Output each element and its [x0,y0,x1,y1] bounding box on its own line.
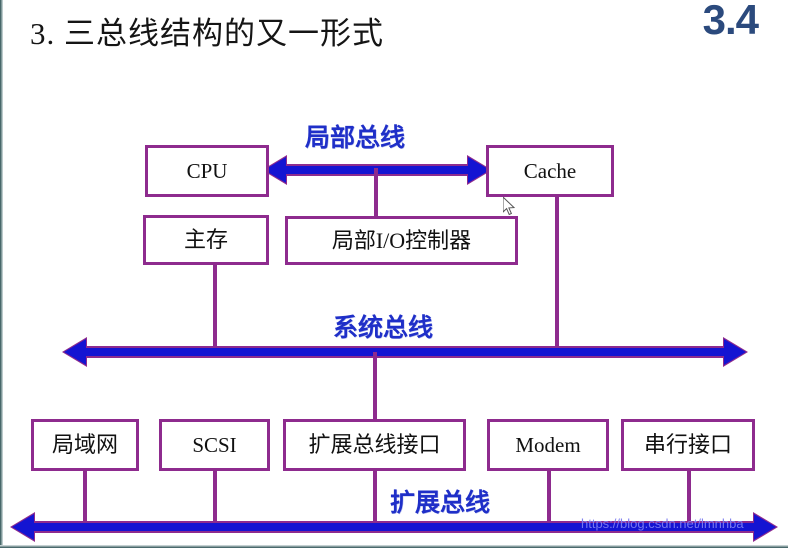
box-lan[interactable]: 局域网 [31,419,139,471]
slide-left-edge [0,0,3,548]
connector-lan-to-expansion-bus [83,470,87,528]
system-bus-arrow [62,337,748,367]
box-expansion-bus-interface-label: 扩展总线接口 [308,432,441,457]
box-expansion-bus-interface[interactable]: 扩展总线接口 [283,419,466,471]
box-scsi[interactable]: SCSI [159,419,270,471]
system-bus-arrowhead-left [64,339,86,365]
connector-expansion-interface-to-expansion-bus [373,470,377,528]
box-main-memory[interactable]: 主存 [143,215,269,265]
connector-main-memory-to-system-bus [213,264,217,354]
page-title: 3. 三总线结构的又一形式 [30,16,384,51]
connector-system-bus-to-expansion-interface [373,352,377,422]
box-modem-label: Modem [515,432,581,457]
box-scsi-label: SCSI [192,432,237,457]
expansion-bus-arrowhead-right [754,514,776,540]
box-local-io-controller[interactable]: 局部I/O控制器 [285,216,518,265]
mouse-cursor-icon [502,195,517,217]
connector-local-io-to-local-bus [374,168,378,218]
system-bus-label: 系统总线 [333,315,434,342]
system-bus-arrowhead-right [724,339,746,365]
expansion-bus-label: 扩展总线 [390,490,491,517]
system-bus-shaft [82,346,728,358]
box-main-memory-label: 主存 [183,227,228,252]
box-cpu[interactable]: CPU [145,145,269,197]
box-serial-port[interactable]: 串行接口 [621,419,755,471]
box-cache-label: Cache [523,158,577,183]
box-cache[interactable]: Cache [486,145,614,197]
box-local-io-controller-label: 局部I/O控制器 [331,227,472,253]
box-modem[interactable]: Modem [487,419,609,471]
slide-canvas: 3. 三总线结构的又一形式 3.4 局部总线 CPU Cache 主存 局部I/… [0,0,788,548]
connector-scsi-to-expansion-bus [213,470,217,528]
local-bus-label: 局部总线 [305,125,406,152]
slide-number: 3.4 [702,0,759,43]
connector-modem-to-expansion-bus [547,470,551,528]
box-lan-label: 局域网 [51,432,118,457]
watermark-text: https://blog.csdn.net/lmnhba [581,516,744,531]
box-cpu-label: CPU [186,158,228,183]
expansion-bus-arrowhead-left [12,514,34,540]
connector-cache-to-system-bus [555,196,559,354]
box-serial-port-label: 串行接口 [643,432,732,457]
